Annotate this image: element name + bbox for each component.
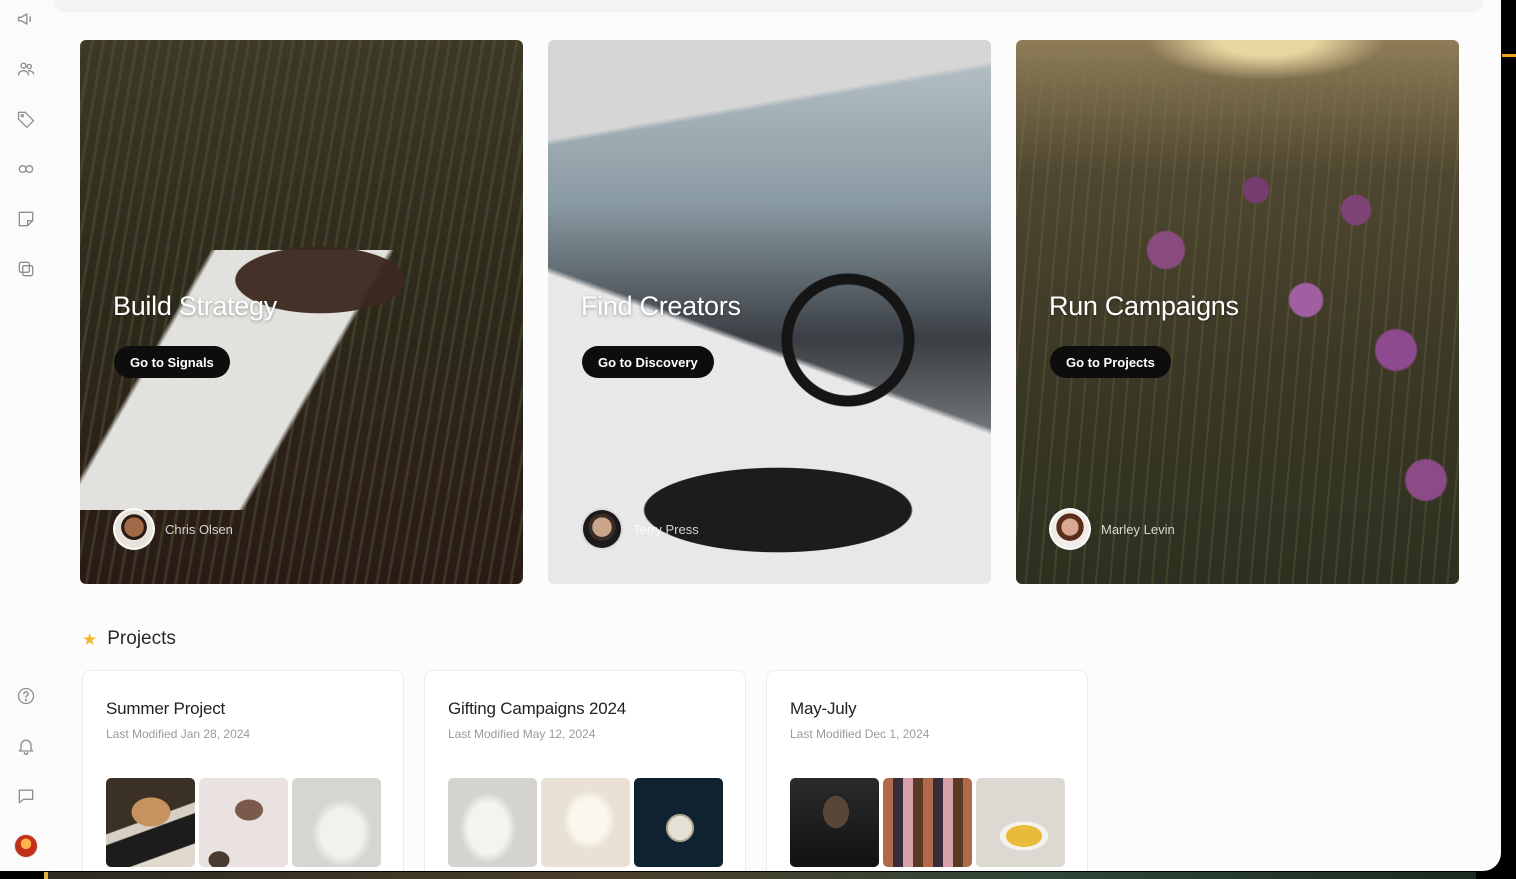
creator-name: Chris Olsen: [165, 521, 233, 537]
megaphone-icon[interactable]: [15, 8, 37, 30]
go-to-signals-button[interactable]: Go to Signals: [114, 346, 230, 378]
project-card-gifting-campaigns[interactable]: Gifting Campaigns 2024 Last Modified May…: [424, 670, 746, 871]
project-modified-date: Last Modified Jan 28, 2024: [106, 727, 251, 741]
project-card-may-july[interactable]: May-July Last Modified Dec 1, 2024: [766, 670, 1088, 871]
star-icon: ★: [82, 629, 98, 649]
project-thumbnail: [634, 778, 723, 867]
project-thumbnail: [199, 778, 288, 867]
project-thumbnails: [448, 778, 723, 867]
go-to-discovery-button[interactable]: Go to Discovery: [582, 346, 714, 378]
project-name: Gifting Campaigns 2024: [448, 699, 626, 718]
project-thumbnail: [448, 778, 537, 867]
top-bar: [54, 0, 1483, 12]
bell-icon[interactable]: [15, 735, 37, 757]
project-name: May-July: [790, 699, 857, 718]
project-thumbnail: [883, 778, 972, 867]
project-thumbnails: [790, 778, 1065, 867]
hero-card-run-campaigns[interactable]: Run Campaigns Go to Projects Marley Levi…: [1016, 40, 1459, 584]
link-icon[interactable]: [15, 158, 37, 180]
creator-credit: Marley Levin: [1049, 508, 1175, 550]
gallery-icon[interactable]: [15, 258, 37, 280]
help-icon[interactable]: [15, 685, 37, 707]
project-card-summer-project[interactable]: Summer Project Last Modified Jan 28, 202…: [82, 670, 404, 871]
background-strip: [44, 872, 1476, 879]
chat-icon[interactable]: [15, 785, 37, 807]
project-thumbnail: [292, 778, 381, 867]
creator-avatar: [113, 508, 155, 550]
hero-title: Find Creators: [581, 291, 741, 321]
project-thumbnail: [106, 778, 195, 867]
user-avatar[interactable]: [14, 834, 38, 858]
creator-avatar: [581, 508, 623, 550]
app-window: Build Strategy Go to Signals Chris Olsen…: [0, 0, 1501, 871]
project-modified-date: Last Modified May 12, 2024: [448, 727, 596, 741]
note-icon[interactable]: [15, 208, 37, 230]
hero-card-build-strategy[interactable]: Build Strategy Go to Signals Chris Olsen: [80, 40, 523, 584]
creator-credit: Chris Olsen: [113, 508, 233, 550]
project-thumbnails: [106, 778, 381, 867]
project-thumbnail: [790, 778, 879, 867]
section-title: Projects: [107, 628, 176, 649]
project-modified-date: Last Modified Dec 1, 2024: [790, 727, 930, 741]
project-thumbnail: [541, 778, 630, 867]
hero-title: Run Campaigns: [1049, 291, 1239, 321]
project-thumbnail: [976, 778, 1065, 867]
tag-icon[interactable]: [15, 108, 37, 130]
go-to-projects-button[interactable]: Go to Projects: [1050, 346, 1171, 378]
creator-name: Terry Press: [633, 521, 699, 537]
creator-credit: Terry Press: [581, 508, 699, 550]
users-icon[interactable]: [15, 58, 37, 80]
background-accent: [1502, 54, 1516, 57]
projects-header: ★ Projects: [82, 628, 176, 650]
creator-avatar: [1049, 508, 1091, 550]
creator-name: Marley Levin: [1101, 521, 1175, 537]
hero-card-find-creators[interactable]: Find Creators Go to Discovery Terry Pres…: [548, 40, 991, 584]
sidebar: [0, 0, 52, 871]
project-name: Summer Project: [106, 699, 226, 718]
hero-title: Build Strategy: [113, 291, 277, 321]
